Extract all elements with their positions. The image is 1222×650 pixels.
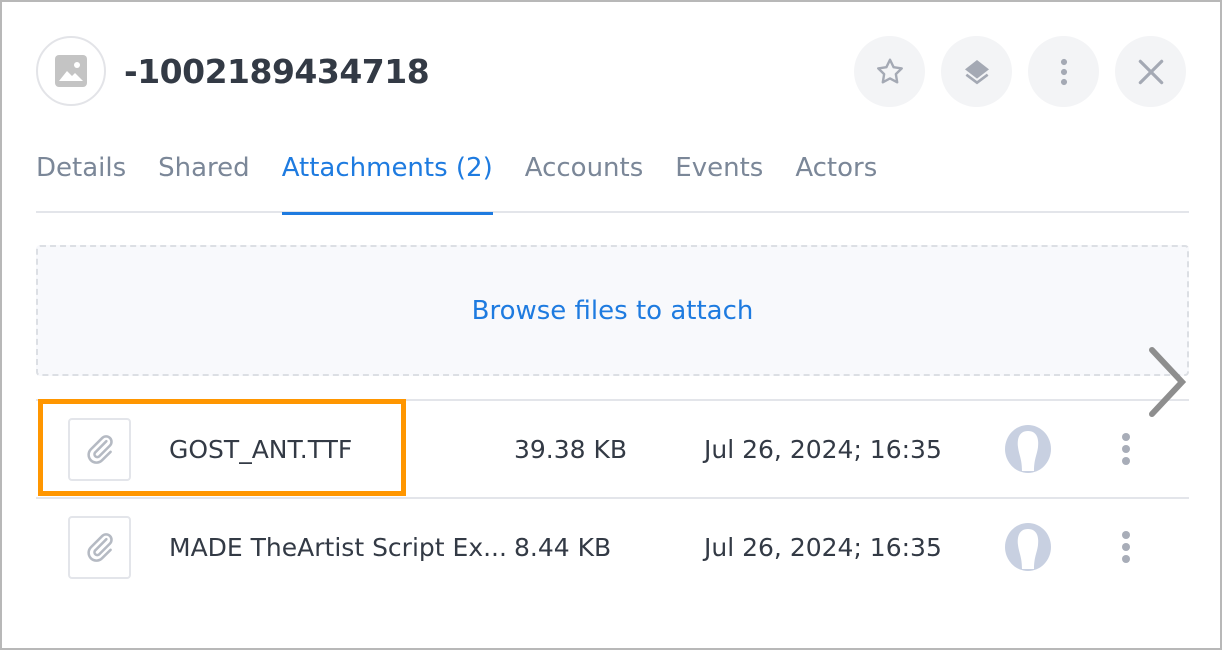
layers-icon <box>964 59 989 84</box>
row-more-button[interactable] <box>1116 429 1136 469</box>
attachment-row[interactable]: GOST_ANT.TTF 39.38 KB Jul 26, 2024; 16:3… <box>36 399 1189 497</box>
tab-accounts[interactable]: Accounts <box>525 142 644 213</box>
image-icon <box>55 55 87 87</box>
paperclip-icon <box>86 533 113 562</box>
tab-details[interactable]: Details <box>36 142 126 213</box>
attachments-list: GOST_ANT.TTF 39.38 KB Jul 26, 2024; 16:3… <box>36 399 1189 595</box>
chevron-right-icon[interactable] <box>1142 342 1192 422</box>
file-dropzone[interactable]: Browse files to attach <box>36 245 1189 376</box>
file-date: Jul 26, 2024; 16:35 <box>704 532 942 562</box>
file-thumbnail <box>68 515 131 579</box>
more-button[interactable] <box>1028 36 1099 107</box>
user-avatar-icon <box>1005 425 1051 473</box>
file-size: 39.38 KB <box>514 434 628 464</box>
close-button[interactable] <box>1115 36 1186 107</box>
header-actions <box>854 36 1186 107</box>
close-icon <box>1138 59 1163 84</box>
attachment-row[interactable]: MADE TheArtist Script Ex... 8.44 KB Jul … <box>36 497 1189 595</box>
browse-files-link[interactable]: Browse files to attach <box>472 296 754 326</box>
file-name[interactable]: GOST_ANT.TTF <box>169 435 514 464</box>
file-date: Jul 26, 2024; 16:35 <box>704 434 942 464</box>
panel-frame: -1002189434718 Details Shared Attachment… <box>0 0 1222 650</box>
tab-events[interactable]: Events <box>675 142 763 213</box>
tab-attachments[interactable]: Attachments (2) <box>281 142 493 215</box>
tab-actors[interactable]: Actors <box>795 142 877 213</box>
header: -1002189434718 <box>36 36 430 106</box>
tab-shared[interactable]: Shared <box>158 142 250 213</box>
item-avatar <box>36 36 106 106</box>
tab-bar: Details Shared Attachments (2) Accounts … <box>36 142 1189 215</box>
paperclip-icon <box>86 435 113 464</box>
favorite-button[interactable] <box>854 36 925 107</box>
row-more-button[interactable] <box>1116 527 1136 567</box>
file-size: 8.44 KB <box>514 532 612 562</box>
star-icon <box>876 58 903 83</box>
file-name[interactable]: MADE TheArtist Script Ex... <box>169 533 514 562</box>
file-thumbnail <box>68 417 131 481</box>
page-title: -1002189434718 <box>124 51 430 91</box>
more-vertical-icon <box>1060 58 1067 85</box>
user-avatar-icon <box>1005 523 1051 571</box>
layers-button[interactable] <box>941 36 1012 107</box>
